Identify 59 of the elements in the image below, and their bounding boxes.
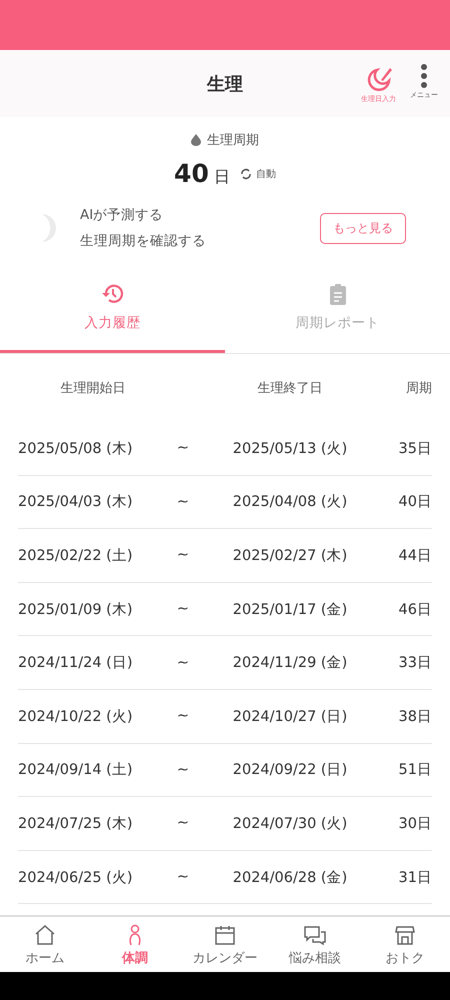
table-cell-text: 2024/07/25 (木) xyxy=(18,814,134,833)
history-icon xyxy=(100,282,124,306)
table-cell-text: 2025/01/09 (木) xyxy=(18,600,134,619)
tilde-separator: ~ xyxy=(176,869,190,886)
nav-item[interactable]: カレンダー xyxy=(180,917,270,972)
tilde-separator: ~ xyxy=(176,762,190,778)
tilde-separator: ~ xyxy=(176,440,190,456)
table-cell-text: 2024/11/24 (日) xyxy=(18,654,134,672)
cycle-label: 生理周期 xyxy=(207,132,259,149)
table-cell-text: 2025/05/08 (木) xyxy=(18,440,134,458)
table-cell-text: 2024/10/27 (日) xyxy=(232,708,348,726)
tab[interactable]: 入力履歴 xyxy=(0,268,225,353)
mode-label: 自動 xyxy=(256,168,276,180)
column-header: 生理開始日 xyxy=(60,380,126,397)
banner-text: 生理周期を確認する xyxy=(80,232,207,250)
page-title: 生理 xyxy=(207,72,243,96)
table-cell-text: 31日 xyxy=(398,868,432,887)
more-icon xyxy=(421,64,427,88)
table-cell-text: 2024/11/29 (金) xyxy=(232,654,348,672)
table-cell-text: 30日 xyxy=(398,814,432,833)
table-cell-text: 2024/06/28 (金) xyxy=(232,868,348,887)
table-cell-text: 2024/07/30 (火) xyxy=(232,814,348,833)
nav-item[interactable]: 体調 xyxy=(90,917,180,972)
column-header: 生理終了日 xyxy=(256,380,324,397)
table-cell-text: 2024/09/22 (日) xyxy=(232,761,348,780)
drop-icon xyxy=(191,134,201,146)
column-header: 周期 xyxy=(405,380,432,397)
home-icon xyxy=(33,923,57,947)
banner-text: AIが予測する xyxy=(80,206,164,224)
table-cell-text: 2025/04/03 (木) xyxy=(18,493,134,512)
nav-item[interactable]: 悩み相談 xyxy=(270,917,360,972)
table-cell-text: 35日 xyxy=(398,440,432,458)
table-cell-text: 40日 xyxy=(398,493,432,512)
table-cell-text: 38日 xyxy=(398,708,432,726)
table-cell-text: 51日 xyxy=(398,761,432,780)
table-cell-text: 2025/04/08 (火) xyxy=(232,493,348,512)
tilde-separator: ~ xyxy=(176,815,190,832)
tilde-separator: ~ xyxy=(176,654,190,671)
more-button[interactable]: もっと見る xyxy=(320,212,406,244)
table-cell-text: 44日 xyxy=(398,546,432,565)
calendar-icon xyxy=(213,923,237,947)
table-cell-text: 2024/10/22 (火) xyxy=(18,708,134,726)
table-cell-text: 2025/02/27 (木) xyxy=(232,546,348,565)
table-cell-text: 2024/06/25 (火) xyxy=(18,868,134,887)
nav-item[interactable]: ホーム xyxy=(0,917,90,972)
cycle-value: 40 xyxy=(174,159,209,188)
table-cell-text: 46日 xyxy=(398,600,432,619)
table-cell-text: 2025/05/13 (火) xyxy=(232,440,348,458)
cycle-unit: 日 xyxy=(214,167,230,186)
table-cell-text: 2025/02/22 (土) xyxy=(18,546,134,565)
nav-item[interactable]: おトク xyxy=(360,917,450,972)
refresh-icon xyxy=(240,168,252,180)
tilde-separator: ~ xyxy=(176,547,190,564)
tilde-separator: ~ xyxy=(176,708,190,724)
tilde-separator: ~ xyxy=(176,494,190,510)
table-cell-text: 2024/09/14 (土) xyxy=(18,761,134,780)
tilde-separator: ~ xyxy=(176,601,190,618)
table-cell-text: 2025/01/17 (金) xyxy=(232,600,348,619)
table-cell-text: 33日 xyxy=(398,654,432,672)
